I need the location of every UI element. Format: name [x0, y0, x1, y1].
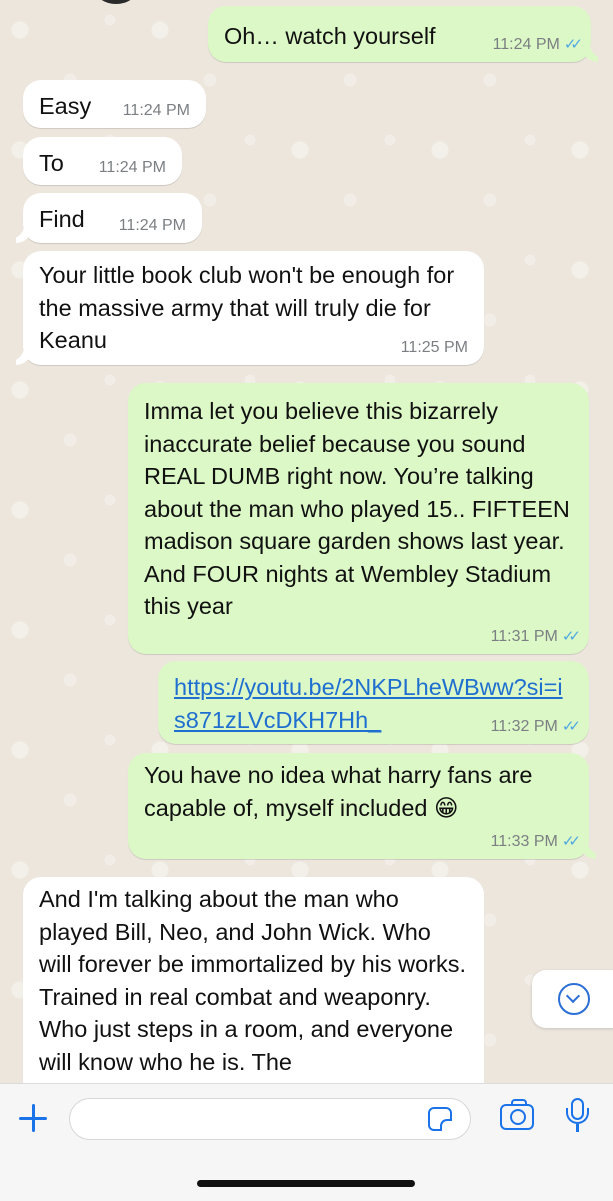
message-input[interactable]	[69, 1098, 471, 1140]
scroll-to-bottom-button[interactable]	[532, 970, 613, 1028]
camera-icon[interactable]	[500, 1099, 534, 1130]
message-timestamp: 11:24 PM	[122, 102, 190, 119]
sticker-icon[interactable]	[428, 1107, 452, 1131]
message-text: Oh… watch yourself	[224, 23, 436, 49]
home-indicator	[197, 1180, 415, 1187]
message-timestamp: 11:24 PM ✓✓	[492, 36, 584, 53]
message-bubble-incoming[interactable]: To 11:24 PM	[23, 137, 182, 185]
message-timestamp: 11:25 PM	[400, 339, 468, 356]
message-composer	[0, 1083, 613, 1201]
message-bubble-outgoing[interactable]: https://youtu.be/2NKPLheWBww?si=is871zLV…	[158, 661, 589, 744]
avatar	[95, 0, 137, 4]
message-timestamp: 11:32 PM ✓✓	[490, 718, 582, 735]
chevron-down-icon	[558, 983, 590, 1015]
read-receipt-icon: ✓✓	[563, 36, 583, 53]
read-receipt-icon: ✓✓	[561, 833, 581, 850]
bubble-tail	[580, 843, 596, 859]
message-text: And I'm talking about the man who played…	[39, 886, 467, 1075]
bubble-tail	[16, 349, 32, 365]
message-timestamp: 11:24 PM	[118, 217, 186, 234]
message-bubble-incoming[interactable]: Find 11:24 PM	[16, 193, 202, 243]
message-timestamp: 11:31 PM ✓✓	[490, 628, 582, 645]
message-bubble-incoming[interactable]: Your little book club won't be enough fo…	[16, 251, 484, 365]
bubble-tail	[582, 46, 598, 62]
message-bubble-outgoing[interactable]: Imma let you believe this bizarrely inac…	[128, 383, 589, 654]
read-receipt-icon: ✓✓	[561, 718, 581, 735]
plus-icon[interactable]	[17, 1102, 49, 1134]
microphone-icon[interactable]	[565, 1098, 591, 1136]
message-bubble-incoming[interactable]: And I'm talking about the man who played…	[23, 877, 484, 1083]
message-bubble-outgoing[interactable]: Oh… watch yourself 11:24 PM ✓✓	[208, 6, 598, 62]
read-receipt-icon: ✓✓	[561, 628, 581, 645]
message-timestamp: 11:33 PM ✓✓	[490, 833, 582, 850]
message-bubble-incoming[interactable]: Easy 11:24 PM	[23, 80, 206, 128]
message-timestamp: 11:24 PM	[98, 159, 166, 176]
message-bubble-outgoing[interactable]: You have no idea what harry fans are cap…	[128, 753, 596, 859]
chat-area[interactable]: Oh… watch yourself 11:24 PM ✓✓ Easy 11:24…	[0, 0, 613, 1083]
message-text: Imma let you believe this bizarrely inac…	[144, 398, 570, 619]
message-text: You have no idea what harry fans are cap…	[144, 762, 533, 821]
bubble-tail	[16, 227, 32, 243]
